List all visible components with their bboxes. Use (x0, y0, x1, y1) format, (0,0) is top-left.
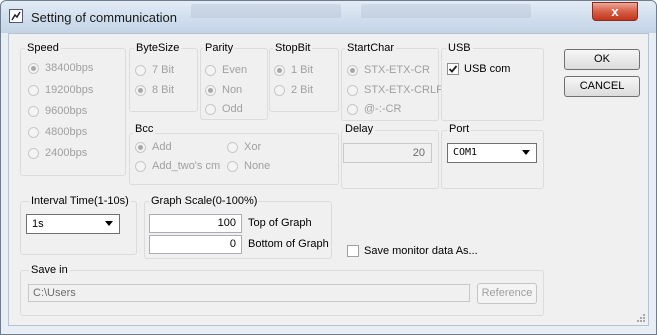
bytesize-label: ByteSize (134, 42, 182, 54)
radio-icon (28, 62, 39, 74)
stopbit-option-1[interactable]: 1 Bit (274, 64, 313, 76)
radio-icon (205, 84, 216, 96)
radio-icon (347, 64, 358, 76)
port-select[interactable]: COM1 (447, 143, 537, 163)
background-blur (361, 4, 531, 18)
top-of-graph-input[interactable]: 100 (149, 214, 242, 233)
radio-icon (347, 103, 358, 115)
radio-icon (135, 84, 146, 96)
radio-icon (28, 126, 39, 138)
chevron-down-icon (522, 150, 530, 155)
parity-option-odd[interactable]: Odd (205, 103, 243, 115)
bytesize-option-7[interactable]: 7 Bit (135, 64, 174, 76)
startchar-label: StartChar (345, 42, 397, 54)
usb-group (441, 48, 544, 121)
save-in-label: Save in (29, 264, 70, 276)
bytesize-group (129, 48, 198, 112)
speed-option-38400[interactable]: 38400bps (28, 62, 93, 74)
bcc-option-add[interactable]: Add (135, 141, 172, 153)
radio-icon (28, 147, 39, 159)
bcc-option-xor[interactable]: Xor (227, 141, 261, 153)
radio-icon (274, 64, 285, 76)
radio-icon (28, 84, 39, 96)
parity-label: Parity (203, 42, 236, 54)
bcc-option-add-twos[interactable]: Add_two's cm (135, 160, 220, 172)
speed-option-9600[interactable]: 9600bps (28, 105, 87, 117)
speed-option-2400[interactable]: 2400bps (28, 147, 87, 159)
title-bar: Setting of communication x (1, 1, 656, 33)
close-button[interactable]: x (592, 2, 638, 21)
radio-icon (274, 84, 285, 96)
bcc-label: Bcc (133, 123, 156, 135)
port-value: COM1 (453, 147, 478, 158)
usb-com-label: USB com (464, 63, 511, 75)
app-icon (9, 9, 23, 23)
stopbit-option-2[interactable]: 2 Bit (274, 84, 313, 96)
radio-icon (28, 105, 39, 117)
interval-select[interactable]: 1s (26, 214, 120, 234)
speed-option-19200[interactable]: 19200bps (28, 84, 93, 96)
dialog-window: Setting of communication x Speed 38400bp… (0, 0, 657, 335)
speed-option-4800[interactable]: 4800bps (28, 126, 87, 138)
usb-com-checkbox[interactable] (447, 63, 459, 75)
ok-button[interactable]: OK (564, 49, 640, 70)
save-monitor-checkbox[interactable] (347, 245, 359, 257)
port-label: Port (447, 123, 472, 135)
radio-icon (205, 64, 216, 76)
radio-icon (227, 160, 238, 172)
background-blur (191, 4, 341, 18)
radio-icon (205, 103, 216, 115)
interval-label: Interval Time(1-10s) (29, 195, 131, 207)
delay-input[interactable]: 20 (343, 143, 432, 163)
bytesize-option-8[interactable]: 8 Bit (135, 84, 174, 96)
usb-label: USB (446, 42, 473, 54)
radio-icon (135, 141, 146, 153)
chevron-down-icon (105, 221, 113, 226)
bottom-of-graph-label: Bottom of Graph (248, 238, 329, 250)
bcc-option-none[interactable]: None (227, 160, 270, 172)
startchar-option-stx-etx-crlf[interactable]: STX-ETX-CRLF (347, 84, 443, 96)
stopbit-label: StopBit (273, 42, 313, 54)
startchar-option-stx-etx-cr[interactable]: STX-ETX-CR (347, 64, 430, 76)
save-in-path-input[interactable]: C:\Users (28, 284, 470, 302)
checkmark-icon (448, 65, 458, 73)
radio-icon (347, 84, 358, 96)
window-title: Setting of communication (31, 10, 177, 25)
parity-option-non[interactable]: Non (205, 84, 242, 96)
save-monitor-label: Save monitor data As... (364, 245, 478, 257)
radio-icon (135, 160, 146, 172)
dialog-client: Speed 38400bps 19200bps 9600bps 4800bps … (8, 33, 649, 326)
bottom-of-graph-input[interactable]: 0 (149, 235, 242, 254)
startchar-option-at-cr[interactable]: @-:-CR (347, 103, 401, 115)
top-of-graph-label: Top of Graph (248, 217, 312, 229)
radio-icon (135, 64, 146, 76)
speed-label: Speed (25, 42, 61, 54)
resize-grip-icon[interactable] (636, 313, 646, 323)
reference-button[interactable]: Reference (477, 283, 537, 304)
radio-icon (227, 141, 238, 153)
delay-label: Delay (343, 123, 376, 135)
cancel-button[interactable]: CANCEL (564, 76, 640, 97)
parity-option-even[interactable]: Even (205, 64, 247, 76)
graph-scale-label: Graph Scale(0-100%) (149, 195, 260, 207)
stopbit-group (269, 48, 339, 112)
interval-value: 1s (32, 218, 44, 230)
